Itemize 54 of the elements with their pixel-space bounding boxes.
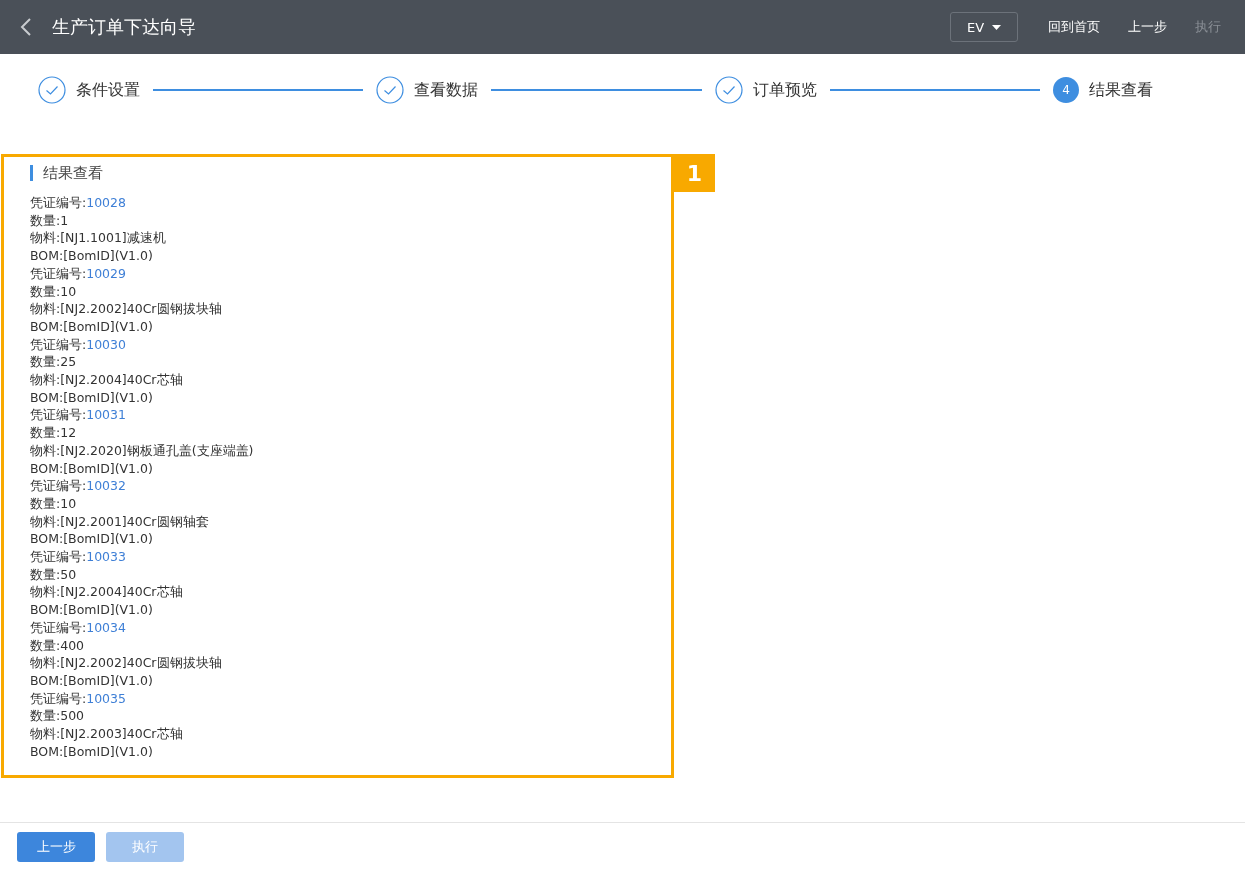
bom-text: BOM:[BomID](V1.0) <box>30 460 153 476</box>
voucher-label: 凭证编号: <box>30 549 87 565</box>
back-icon[interactable] <box>20 17 32 37</box>
bom-text: BOM:[BomID](V1.0) <box>30 602 153 618</box>
material-text: 物料:[NJ2.2002]40Cr圆钢拔块轴 <box>30 301 222 317</box>
dataset-dropdown[interactable]: EV <box>950 12 1018 42</box>
voucher-label: 凭证编号: <box>30 690 87 706</box>
quantity-text: 数量:10 <box>30 495 77 511</box>
quantity-text: 数量:12 <box>30 425 77 441</box>
panel-title: 结果查看 <box>30 165 671 181</box>
caret-icon <box>992 24 1002 30</box>
quantity-text: 数量:10 <box>30 283 77 299</box>
voucher-link[interactable]: 10030 <box>86 336 126 352</box>
voucher-link[interactable]: 10035 <box>86 690 126 706</box>
voucher-link[interactable]: 10032 <box>86 478 126 494</box>
step-label: 查看数据 <box>414 79 479 101</box>
quantity-text: 数量:25 <box>30 354 77 370</box>
voucher-link[interactable]: 10028 <box>86 195 126 210</box>
step-label: 订单预览 <box>752 79 817 101</box>
bom-text: BOM:[BomID](V1.0) <box>30 389 153 405</box>
material-text: 物料:[NJ2.2002]40Cr圆钢拔块轴 <box>30 655 222 671</box>
step-label: 条件设置 <box>76 79 140 101</box>
bom-text: BOM:[BomID](V1.0) <box>30 531 153 547</box>
voucher-link[interactable]: 10034 <box>86 619 126 635</box>
voucher-link[interactable]: 10031 <box>86 407 126 423</box>
voucher-label: 凭证编号: <box>30 195 87 210</box>
quantity-text: 数量:50 <box>30 566 77 582</box>
material-text: 物料:[NJ2.2004]40Cr芯轴 <box>30 584 183 600</box>
material-text: 物料:[NJ2.2001]40Cr圆钢轴套 <box>30 513 209 529</box>
step-label: 结果查看 <box>1089 79 1153 101</box>
material-text: 物料:[NJ2.2004]40Cr芯轴 <box>30 372 183 388</box>
quantity-text: 数量:500 <box>30 708 85 724</box>
voucher-label: 凭证编号: <box>30 478 87 494</box>
bom-text: BOM:[BomID](V1.0) <box>30 743 153 759</box>
voucher-label: 凭证编号: <box>30 619 87 635</box>
bom-text: BOM:[BomID](V1.0) <box>30 248 153 264</box>
voucher-label: 凭证编号: <box>30 265 87 281</box>
quantity-text: 数量:400 <box>30 637 85 653</box>
callout-badge: 1 <box>674 154 715 192</box>
bom-text: BOM:[BomID](V1.0) <box>30 673 153 688</box>
step-number: 4 <box>1053 77 1079 103</box>
voucher-label: 凭证编号: <box>30 407 87 423</box>
header-action-button[interactable]: 上一步 <box>1118 12 1177 42</box>
bom-text: BOM:[BomID](V1.0) <box>30 318 153 334</box>
material-text: 物料:[NJ1.1001]减速机 <box>30 230 166 246</box>
header-action-button[interactable]: 回到首页 <box>1038 12 1110 42</box>
voucher-link[interactable]: 10033 <box>86 549 126 565</box>
window-title: 生产订单下达向导 <box>52 15 196 39</box>
material-text: 物料:[NJ2.2020]钢板通孔盖(支座端盖) <box>30 442 254 458</box>
material-text: 物料:[NJ2.2003]40Cr芯轴 <box>30 726 183 742</box>
voucher-link[interactable]: 10029 <box>86 265 126 281</box>
footer-button[interactable]: 上一步 <box>17 832 95 862</box>
voucher-label: 凭证编号: <box>30 336 87 352</box>
quantity-text: 数量:1 <box>30 212 69 228</box>
